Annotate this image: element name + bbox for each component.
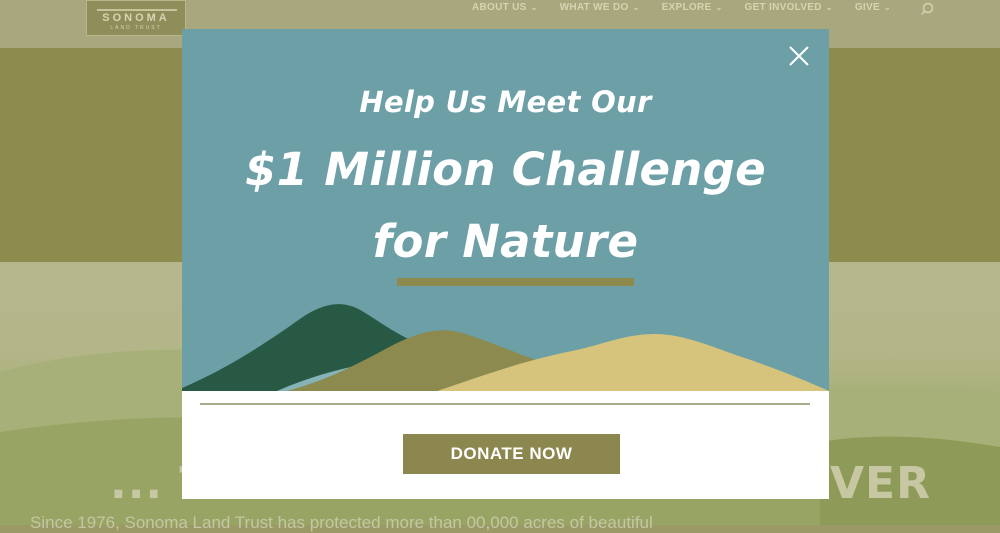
nav-item-explore[interactable]: EXPLORE ⌄ <box>662 2 723 16</box>
nav-item-get-involved[interactable]: GET INVOLVED ⌄ <box>744 2 832 16</box>
chevron-down-icon: ⌄ <box>632 3 640 12</box>
modal-banner: Help Us Meet Our $1 Million Challenge fo… <box>182 29 829 391</box>
nav-item-what-we-do[interactable]: WHAT WE DO ⌄ <box>560 2 640 16</box>
logo-mark <box>97 0 177 11</box>
close-icon[interactable] <box>786 43 812 69</box>
site-logo[interactable]: SONOMA LAND TRUST <box>86 0 186 36</box>
mountains-illustration <box>182 304 829 391</box>
main-nav: ABOUT US ⌄ WHAT WE DO ⌄ EXPLORE ⌄ GET INVOL… <box>472 2 913 16</box>
chevron-down-icon: ⌄ <box>530 3 538 12</box>
chevron-down-icon: ⌄ <box>825 3 833 12</box>
donate-now-button[interactable]: DONATE NOW <box>403 434 620 474</box>
donation-modal: Help Us Meet Our $1 Million Challenge fo… <box>182 29 829 499</box>
modal-divider <box>200 403 810 405</box>
hero-subtitle: Since 1976, Sonoma Land Trust has protec… <box>30 513 653 532</box>
nav-item-give[interactable]: GIVE ⌄ <box>855 2 891 16</box>
nav-item-about-us[interactable]: ABOUT US ⌄ <box>472 2 538 16</box>
modal-headline-line1: Help Us Meet Our <box>359 85 652 119</box>
search-icon[interactable] <box>920 2 934 16</box>
hero-headline-right: VER <box>830 458 931 509</box>
chevron-down-icon: ⌄ <box>883 3 891 12</box>
modal-headline-line3: for Nature <box>372 215 639 268</box>
logo-subtitle: LAND TRUST <box>110 25 162 31</box>
chevron-down-icon: ⌄ <box>715 3 723 12</box>
headline-underline <box>397 278 634 286</box>
logo-name: SONOMA <box>102 12 170 24</box>
modal-headline-line2: $1 Million Challenge <box>245 143 766 196</box>
